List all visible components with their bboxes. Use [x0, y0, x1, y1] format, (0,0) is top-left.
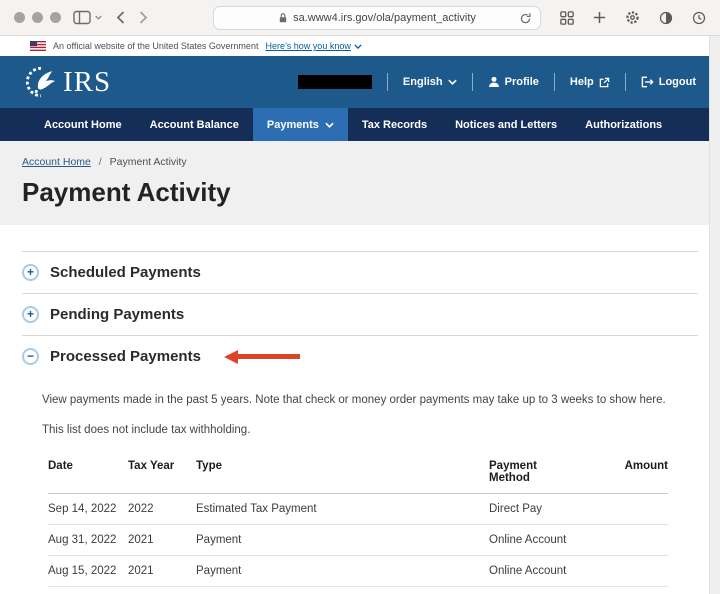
accordion-scheduled-payments[interactable]: + Scheduled Payments [22, 251, 698, 293]
person-icon [488, 76, 499, 87]
cell-date: Aug 31, 2022 [48, 524, 128, 557]
cell-amount [611, 524, 668, 557]
col-header-payment-method: Payment Method [489, 454, 611, 495]
cell-amount [611, 555, 668, 588]
table-row: Aug 1, 2022 2021 Payment Direct Pay [48, 586, 668, 594]
cell-tax-year: 2022 [128, 493, 196, 526]
processed-note: This list does not include tax withholdi… [42, 423, 251, 436]
logout-button[interactable]: Logout [641, 76, 696, 88]
cell-type: Payment [196, 524, 489, 557]
nav-account-balance[interactable]: Account Balance [136, 108, 253, 141]
refresh-icon[interactable] [519, 12, 532, 25]
url-text: sa.www4.irs.gov/ola/payment_activity [293, 12, 476, 24]
redacted-username [297, 75, 372, 89]
cell-date: Aug 1, 2022 [48, 586, 128, 594]
cell-type: Payment [196, 586, 489, 594]
cell-type: Payment [196, 555, 489, 588]
help-button[interactable]: Help [570, 76, 610, 88]
cell-date: Sep 14, 2022 [48, 493, 128, 526]
table-header-row: Date Tax Year Type Payment Method Amount [48, 454, 668, 495]
payments-table: Date Tax Year Type Payment Method Amount… [48, 454, 668, 594]
chevron-down-icon [325, 122, 334, 128]
language-selector[interactable]: English [403, 76, 457, 88]
expand-plus-icon[interactable]: + [22, 264, 39, 281]
expand-plus-icon[interactable]: + [22, 306, 39, 323]
cell-amount [611, 493, 668, 526]
cell-date: Aug 15, 2022 [48, 555, 128, 588]
processed-payments-panel: View payments made in the past 5 years. … [22, 377, 698, 594]
page-head: Account Home / Payment Activity Payment … [0, 141, 720, 225]
logout-icon [641, 76, 654, 88]
browser-window: sa.www4.irs.gov/ola/payment_activity An … [0, 0, 720, 594]
nav-payments[interactable]: Payments [252, 108, 348, 141]
col-header-amount: Amount [611, 454, 668, 495]
nav-tax-records[interactable]: Tax Records [348, 108, 441, 141]
external-link-icon [599, 77, 610, 87]
cell-method: Online Account [489, 524, 611, 557]
breadcrumb-separator: / [98, 156, 102, 168]
back-button-icon[interactable] [116, 11, 125, 24]
sidebar-toggle-icon[interactable] [73, 10, 102, 25]
accordion-label: Processed Payments [50, 348, 201, 365]
cell-method: Direct Pay [489, 493, 611, 526]
browser-toolbar: sa.www4.irs.gov/ola/payment_activity [0, 0, 720, 36]
nav-account-home[interactable]: Account Home [30, 108, 136, 141]
accordion-label: Pending Payments [50, 306, 185, 323]
us-flag-icon [30, 41, 46, 51]
red-annotation-arrow [223, 349, 300, 364]
cell-method: Direct Pay [489, 586, 611, 594]
header-divider [471, 73, 473, 91]
accordion-pending-payments[interactable]: + Pending Payments [22, 293, 698, 335]
reader-contrast-icon[interactable] [659, 11, 673, 25]
irs-wordmark: IRS [63, 65, 112, 98]
header-divider [553, 73, 555, 91]
irs-header: IRS English Profile Help Logout [0, 56, 720, 108]
irs-eagle-icon [24, 65, 58, 99]
breadcrumb: Account Home / Payment Activity [22, 156, 694, 168]
breadcrumb-current: Payment Activity [109, 156, 187, 168]
cell-tax-year: 2021 [128, 555, 196, 588]
window-zoom-button[interactable] [50, 12, 61, 23]
collapse-minus-icon[interactable]: − [22, 348, 39, 365]
new-tab-icon[interactable] [593, 11, 606, 24]
forward-button-icon[interactable] [139, 11, 148, 24]
table-row: Aug 31, 2022 2021 Payment Online Account [48, 524, 668, 557]
page-scrollbar[interactable] [709, 36, 720, 594]
window-controls [14, 12, 61, 23]
cell-amount [611, 586, 668, 594]
col-header-tax-year: Tax Year [128, 454, 196, 495]
cell-tax-year: 2021 [128, 586, 196, 594]
chevron-down-icon [447, 79, 457, 85]
table-row: Sep 14, 2022 2022 Estimated Tax Payment … [48, 493, 668, 526]
col-header-type: Type [196, 454, 489, 495]
usa-gov-banner: An official website of the United States… [0, 36, 720, 56]
settings-gear-icon[interactable] [625, 10, 640, 25]
header-divider [624, 73, 626, 91]
banner-text: An official website of the United States… [53, 41, 259, 51]
cell-type: Estimated Tax Payment [196, 493, 489, 526]
lock-icon [278, 12, 288, 24]
table-row: Aug 15, 2022 2021 Payment Online Account [48, 555, 668, 588]
nav-authorizations[interactable]: Authorizations [571, 108, 676, 141]
cell-tax-year: 2021 [128, 524, 196, 557]
header-divider [386, 73, 388, 91]
window-close-button[interactable] [14, 12, 25, 23]
cell-method: Online Account [489, 555, 611, 588]
history-clock-icon[interactable] [692, 11, 706, 25]
page-content: + Scheduled Payments + Pending Payments … [0, 225, 720, 594]
page-title: Payment Activity [22, 177, 231, 207]
breadcrumb-account-home-link[interactable]: Account Home [22, 156, 91, 168]
accordion-label: Scheduled Payments [50, 264, 201, 281]
nav-notices-letters[interactable]: Notices and Letters [441, 108, 571, 141]
address-bar[interactable]: sa.www4.irs.gov/ola/payment_activity [213, 6, 541, 30]
accordion-processed-payments[interactable]: − Processed Payments [22, 335, 698, 377]
main-navigation: Account Home Account Balance Payments Ta… [0, 108, 720, 141]
processed-description: View payments made in the past 5 years. … [42, 394, 666, 406]
col-header-date: Date [48, 454, 128, 495]
how-you-know-link[interactable]: Here’s how you know [265, 41, 362, 51]
irs-logo[interactable]: IRS [24, 65, 111, 99]
profile-button[interactable]: Profile [488, 76, 539, 88]
window-minimize-button[interactable] [32, 12, 43, 23]
tab-overview-icon[interactable] [560, 10, 574, 25]
